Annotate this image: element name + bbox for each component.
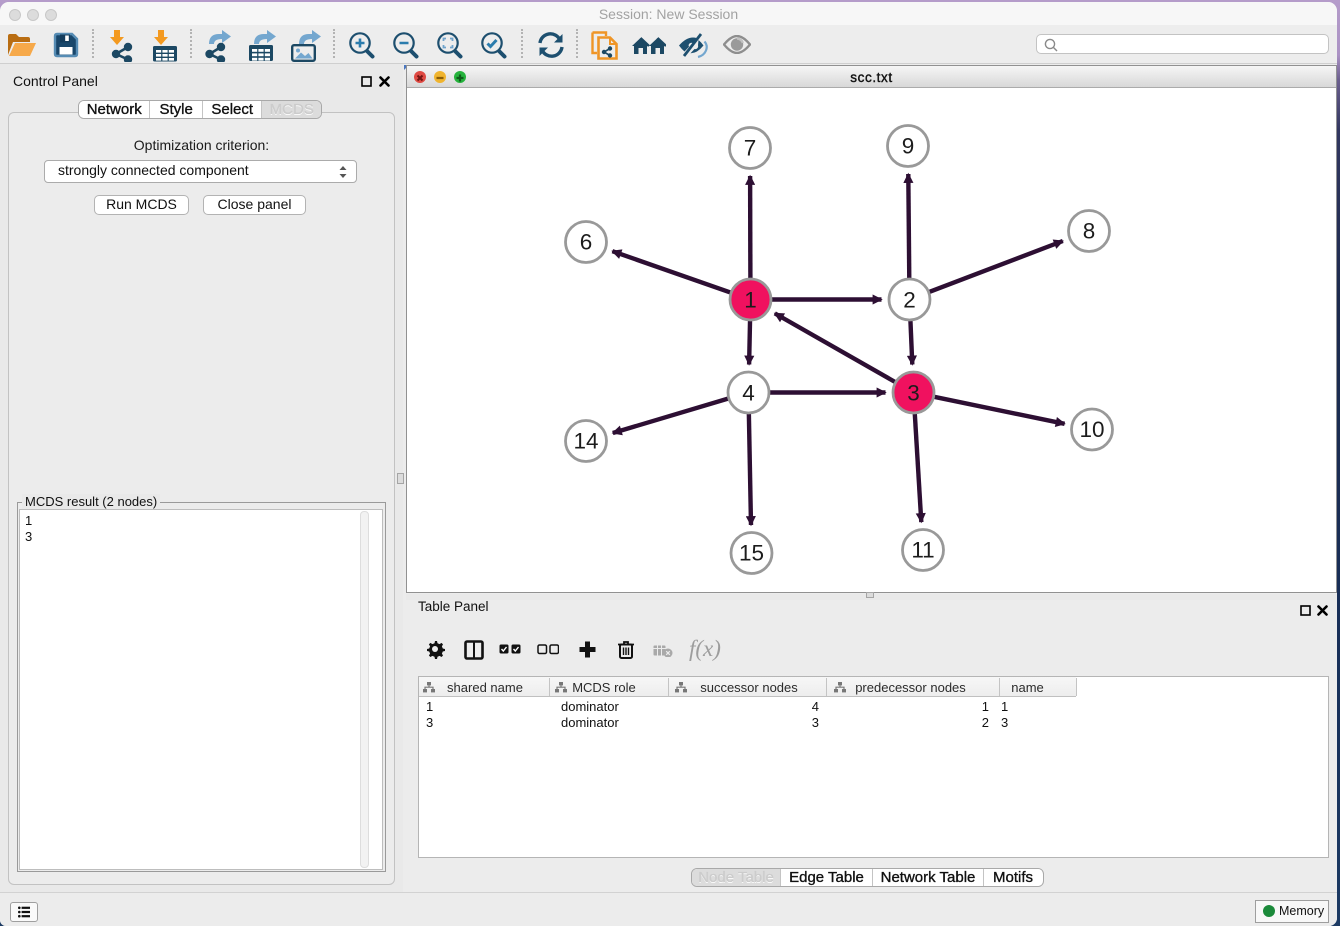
svg-text:4: 4 bbox=[742, 381, 755, 406]
svg-text:3: 3 bbox=[907, 381, 920, 406]
svg-text:10: 10 bbox=[1079, 417, 1104, 442]
svg-text:7: 7 bbox=[744, 136, 757, 161]
svg-text:8: 8 bbox=[1083, 219, 1096, 244]
svg-text:2: 2 bbox=[903, 288, 916, 313]
svg-text:15: 15 bbox=[739, 541, 764, 566]
svg-text:11: 11 bbox=[911, 538, 934, 563]
svg-text:6: 6 bbox=[580, 230, 593, 255]
svg-text:14: 14 bbox=[573, 429, 598, 454]
svg-text:9: 9 bbox=[902, 134, 915, 159]
svg-text:1: 1 bbox=[744, 288, 757, 313]
